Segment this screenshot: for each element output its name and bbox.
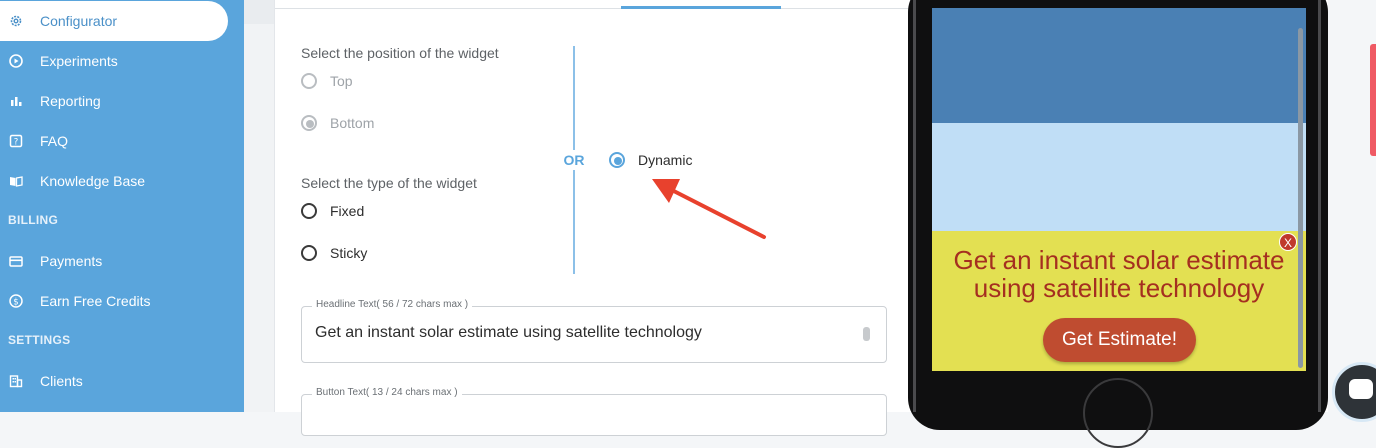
building-icon <box>9 374 23 388</box>
sidebar-item-faq[interactable]: ? FAQ <box>0 121 228 161</box>
sidebar-item-experiments[interactable]: Experiments <box>0 41 228 81</box>
type-option-sticky[interactable]: Sticky <box>301 245 367 261</box>
headline-input-value[interactable]: Get an instant solar estimate using sate… <box>315 324 702 342</box>
sidebar-item-label: Configurator <box>40 13 118 29</box>
type-label: Select the type of the widget <box>301 175 477 191</box>
content-gutter <box>244 0 274 412</box>
type-option-fixed[interactable]: Fixed <box>301 203 364 219</box>
position-option-bottom[interactable]: Bottom <box>301 115 374 131</box>
book-icon <box>9 174 23 188</box>
content-gutter-header <box>244 0 274 24</box>
sidebar-item-knowledge-base[interactable]: Knowledge Base <box>0 161 228 201</box>
chat-widget-button[interactable] <box>1332 362 1376 422</box>
tab-active-indicator[interactable] <box>621 6 781 9</box>
option-label: Bottom <box>330 115 375 131</box>
widget-preview: Get an instant solar estimate using sate… <box>932 231 1306 371</box>
resize-grip-icon[interactable] <box>863 327 870 341</box>
page-header-block <box>932 8 1306 123</box>
get-estimate-button[interactable]: Get Estimate! <box>1043 318 1196 362</box>
sidebar-item-payments[interactable]: Payments <box>0 241 228 281</box>
sidebar-item-label: Payments <box>40 253 103 269</box>
sidebar-item-configurator[interactable]: Configurator <box>0 1 228 41</box>
dollar-circle-icon: $ <box>9 294 23 308</box>
sidebar-item-label: Knowledge Base <box>40 173 146 189</box>
phone-screen: Get an instant solar estimate using sate… <box>932 8 1306 371</box>
position-option-top[interactable]: Top <box>301 73 353 89</box>
tab-bar-divider <box>275 8 909 9</box>
widget-headline: Get an instant solar estimate using sate… <box>953 245 1285 303</box>
feedback-tab[interactable] <box>1370 44 1376 156</box>
phone-edge-right <box>1318 0 1321 412</box>
phone-edge-left <box>913 0 916 412</box>
button-text-field[interactable]: Button Text( 13 / 24 chars max ) <box>301 387 887 436</box>
phone-home-button <box>1083 378 1153 448</box>
button-field-legend: Button Text( 13 / 24 chars max ) <box>312 387 462 398</box>
gear-icon <box>9 14 23 28</box>
section-settings: SETTINGS <box>8 333 71 347</box>
preview-scrollbar[interactable] <box>1298 28 1303 368</box>
sidebar-item-clients[interactable]: Clients <box>0 361 228 401</box>
config-panel: Select the position of the widget Top Bo… <box>274 0 909 436</box>
play-circle-icon <box>9 54 23 68</box>
option-label: Fixed <box>330 203 365 219</box>
sidebar-item-label: Earn Free Credits <box>40 293 151 309</box>
radio-fixed[interactable] <box>301 203 317 219</box>
question-box-icon: ? <box>9 134 23 148</box>
headline-text-field[interactable]: Headline Text( 56 / 72 chars max ) Get a… <box>301 299 887 363</box>
sidebar-item-label: Clients <box>40 373 83 389</box>
section-billing: BILLING <box>8 213 59 227</box>
or-label: OR <box>561 150 587 170</box>
credit-card-icon <box>9 254 23 268</box>
annotation-arrow-icon <box>652 179 766 239</box>
sidebar: Configurator Experiments Reporting ? FAQ… <box>0 0 244 412</box>
sidebar-item-earn-free-credits[interactable]: $ Earn Free Credits <box>0 281 228 321</box>
radio-dynamic[interactable] <box>609 152 625 168</box>
radio-top[interactable] <box>301 73 317 89</box>
close-icon[interactable]: X <box>1279 233 1297 251</box>
chat-icon <box>1349 379 1373 399</box>
sidebar-item-label: Reporting <box>40 93 101 109</box>
svg-text:?: ? <box>14 138 19 148</box>
svg-text:$: $ <box>13 297 18 307</box>
sidebar-item-label: Experiments <box>40 53 118 69</box>
position-label: Select the position of the widget <box>301 45 499 61</box>
sidebar-item-label: FAQ <box>40 133 69 149</box>
page-hero-block <box>932 123 1306 231</box>
option-label: Sticky <box>330 245 368 261</box>
option-label: Top <box>330 73 353 89</box>
bar-chart-icon <box>9 94 23 108</box>
radio-sticky[interactable] <box>301 245 317 261</box>
headline-field-legend: Headline Text( 56 / 72 chars max ) <box>312 299 473 310</box>
sidebar-item-reporting[interactable]: Reporting <box>0 81 228 121</box>
radio-bottom[interactable] <box>301 115 317 131</box>
